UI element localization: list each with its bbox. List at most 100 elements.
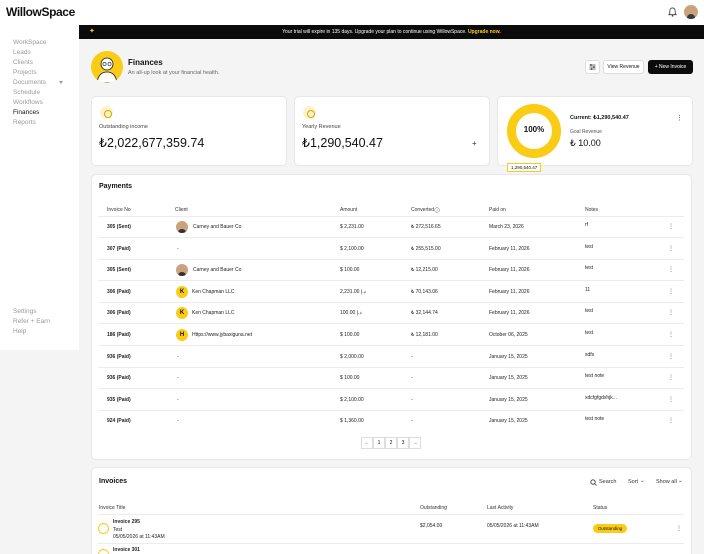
sidebar-item-documents[interactable]: Documents [13, 79, 46, 86]
sidebar-item-leads[interactable]: Leads [13, 49, 31, 56]
sidebar-item-help[interactable]: Help [13, 328, 26, 335]
invoice-no[interactable]: 936 (Paid) [107, 354, 131, 360]
invoice-no[interactable]: 305 (Sent) [107, 267, 131, 273]
pagination-prev[interactable]: ← [361, 437, 373, 449]
sidebar-item-reports[interactable]: Reports [13, 119, 36, 126]
notes: test [585, 330, 594, 336]
invoice-no[interactable]: 924 (Paid) [107, 418, 131, 424]
notes: test [585, 308, 594, 314]
kebab-icon[interactable]: ⋮ [668, 288, 674, 295]
amount: $ 100.00 [340, 375, 360, 381]
invoice-title[interactable]: Invoice 295 [113, 519, 140, 525]
chevron-down-icon: ⌄ [678, 478, 683, 484]
invoice-no[interactable]: 186 (Paid) [107, 332, 131, 338]
filter-button[interactable] [585, 60, 600, 74]
paid-on: March 23, 2026 [489, 224, 524, 230]
info-icon[interactable] [434, 207, 440, 213]
col-amount: Amount [340, 207, 358, 213]
paid-on: February 11, 2026 [489, 267, 530, 273]
kebab-icon[interactable]: ⋮ [676, 114, 683, 122]
invoice-no[interactable]: 307 (Paid) [107, 246, 131, 252]
row-divider [98, 367, 684, 368]
trial-banner: ✦ Your trial will expire in 135 days. Up… [79, 25, 704, 39]
kebab-icon[interactable]: ⋮ [668, 396, 674, 403]
invoice-last-activity: 05/05/2026 at 11:43AM [487, 523, 539, 529]
outstanding-income-value: ₺2,022,677,359.74 [99, 136, 205, 150]
invoice-no[interactable]: 306 (Paid) [107, 310, 131, 316]
sidebar-item-clients[interactable]: Clients [13, 59, 33, 66]
converted: ₺ 12,215.00 [411, 267, 438, 273]
col-invoice-title: Invoice Title [99, 505, 126, 511]
paid-on: October 06, 2025 [489, 332, 528, 338]
bell-icon[interactable] [668, 7, 677, 17]
converted: ₺ 12,181.00 [411, 332, 438, 338]
outstanding-income-card [91, 96, 287, 166]
client-name[interactable]: Ken Chapman LLC [192, 289, 235, 295]
client-name[interactable]: Carney and Bauer Co [193, 224, 241, 230]
converted: ₺ 32,144.74 [411, 310, 438, 316]
paid-on: January 15, 2025 [489, 418, 528, 424]
kebab-icon[interactable]: ⋮ [668, 266, 674, 273]
chevron-down-icon[interactable] [59, 81, 63, 84]
kebab-icon[interactable]: ⋮ [668, 374, 674, 381]
converted: - [411, 418, 413, 424]
sidebar-item-projects[interactable]: Projects [13, 69, 36, 76]
sidebar-item-schedule[interactable]: Schedule [13, 89, 40, 96]
kebab-icon[interactable]: ⋮ [668, 417, 674, 424]
invoice-title[interactable]: Invoice 301 [113, 547, 140, 553]
user-avatar[interactable] [684, 5, 698, 19]
upgrade-link[interactable]: Upgrade now. [468, 29, 501, 35]
kebab-icon[interactable]: ⋮ [676, 525, 682, 532]
client-avatar [176, 264, 188, 276]
pagination-page-3[interactable]: 3 [397, 437, 409, 449]
invoice-no[interactable]: 935 (Paid) [107, 397, 131, 403]
notes: xdcfgfgdxhjk... [585, 395, 617, 401]
amount: $ 100.00 [340, 267, 360, 273]
kebab-icon[interactable]: ⋮ [668, 331, 674, 338]
col-last-activity: Last Activity [487, 505, 514, 511]
notes: test note [585, 373, 605, 379]
invoice-outstanding: $2,054.00 [420, 523, 443, 529]
sort-dropdown[interactable]: Sort [628, 479, 638, 485]
pagination-page-2[interactable]: 2 [385, 437, 397, 449]
row-divider [98, 345, 684, 346]
row-divider [98, 388, 684, 389]
trial-banner-text: Your trial will expire in 135 days. Upgr… [282, 29, 467, 35]
invoice-no[interactable]: 306 (Paid) [107, 289, 131, 295]
search-button[interactable]: Search [599, 479, 616, 485]
client-name[interactable]: Https://www.jybaxiguna.net [192, 332, 252, 338]
notes: test note [585, 416, 605, 422]
sidebar-item-settings[interactable]: Settings [13, 308, 37, 315]
amount: $ 2,100.00 [340, 397, 364, 403]
app-logo[interactable]: WillowSpace [6, 5, 75, 19]
invoice-no[interactable]: 305 (Sent) [107, 224, 131, 230]
pagination-next[interactable]: → [409, 437, 421, 449]
kebab-icon[interactable]: ⋮ [668, 353, 674, 360]
show-all-dropdown[interactable]: Show all [656, 479, 677, 485]
new-invoice-button[interactable]: + New Invoice [648, 60, 693, 74]
amount: $ 2,100.00 [340, 246, 364, 252]
client-avatar [176, 221, 188, 233]
col-converted: Converted [411, 207, 435, 213]
client-name[interactable]: Carney and Bauer Co [193, 267, 241, 273]
kebab-icon[interactable]: ⋮ [668, 223, 674, 230]
client-name[interactable]: Ken Chapman LLC [192, 310, 235, 316]
sidebar-item-workflows[interactable]: Workflows [13, 99, 43, 106]
view-revenue-button[interactable]: View Revenue [603, 60, 644, 74]
search-icon[interactable] [590, 479, 597, 486]
add-revenue-plus-icon[interactable]: + [472, 139, 477, 148]
sidebar-item-refer[interactable]: Refer + Earn [13, 318, 50, 325]
goal-tooltip: 1,290,540.47 [507, 163, 542, 172]
kebab-icon[interactable]: ⋮ [668, 245, 674, 252]
sidebar-item-finances[interactable]: Finances [13, 109, 39, 116]
client-avatar: K [176, 307, 188, 319]
row-divider [98, 410, 684, 411]
client-name: - [177, 397, 179, 403]
converted: ₺ 272,516.65 [411, 224, 441, 230]
kebab-icon[interactable]: ⋮ [668, 309, 674, 316]
goal-revenue-value: ₺ 10.00 [570, 138, 601, 148]
sidebar-item-workspace[interactable]: WorkSpace [13, 39, 46, 46]
pagination-page-1[interactable]: 1 [373, 437, 385, 449]
invoice-no[interactable]: 936 (Paid) [107, 375, 131, 381]
yearly-revenue-label: Yearly Revenue [302, 124, 341, 130]
